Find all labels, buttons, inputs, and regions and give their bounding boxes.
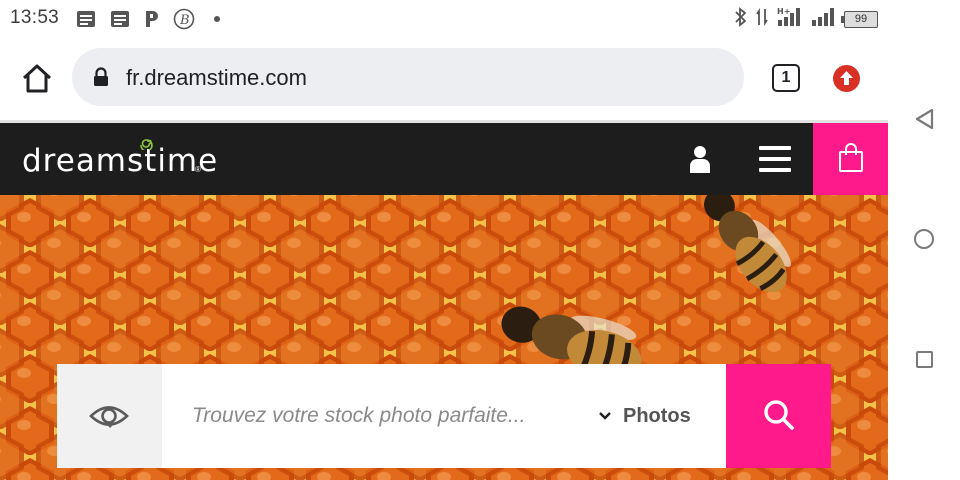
svg-text:H+: H+: [777, 7, 790, 16]
signal-icon: [810, 6, 836, 33]
user-account-icon[interactable]: [687, 145, 713, 173]
home-icon[interactable]: [20, 62, 54, 96]
shopping-bag-icon: [839, 143, 863, 172]
eye-icon: [89, 406, 129, 428]
battery-indicator: 99: [841, 10, 878, 28]
home-icon[interactable]: [914, 229, 934, 249]
status-bar: 13:53 B H+ 99: [0, 0, 888, 38]
screen: 13:53 B H+ 99 fr.dreamstime.com 1 dreams…: [0, 0, 960, 480]
recent-apps-icon[interactable]: [916, 351, 933, 368]
search-field-container: Photos: [162, 364, 726, 468]
status-time: 13:53: [10, 7, 60, 28]
search-button[interactable]: [726, 364, 831, 468]
address-bar[interactable]: fr.dreamstime.com: [72, 48, 744, 106]
site-header: dreamstime ®: [0, 123, 888, 195]
search-type-label: Photos: [623, 404, 691, 427]
search-type-dropdown[interactable]: Photos: [599, 402, 691, 430]
bitcoin-icon: B: [172, 8, 196, 30]
search-icon: [764, 400, 794, 430]
status-right: H+ 99: [734, 6, 878, 33]
update-available-icon[interactable]: [833, 65, 860, 92]
svg-text:B: B: [179, 13, 190, 28]
data-transfer-icon: [756, 7, 768, 32]
logo-swirl-icon: [140, 134, 156, 152]
shopping-bag-button[interactable]: [813, 123, 888, 195]
lock-icon: [92, 67, 110, 87]
signal-h-plus-icon: H+: [776, 6, 802, 33]
p-icon: [142, 9, 162, 29]
tab-switcher-button[interactable]: 1: [772, 64, 800, 92]
visual-search-button[interactable]: [57, 364, 162, 468]
url-text: fr.dreamstime.com: [126, 65, 307, 90]
bluetooth-icon: [734, 6, 748, 32]
dot-icon: [210, 9, 224, 29]
chevron-down-icon: [599, 412, 611, 420]
browser-toolbar: fr.dreamstime.com 1: [0, 38, 888, 120]
search-input[interactable]: [162, 364, 582, 468]
message-icon: [75, 9, 97, 29]
message-icon: [109, 9, 131, 29]
back-icon[interactable]: [914, 108, 934, 135]
android-navigation-bar: [888, 0, 960, 480]
search-bar: Photos: [57, 364, 831, 468]
hamburger-menu-icon[interactable]: [759, 146, 793, 172]
site-logo[interactable]: dreamstime: [22, 143, 218, 179]
registered-mark-icon: ®: [195, 165, 201, 174]
